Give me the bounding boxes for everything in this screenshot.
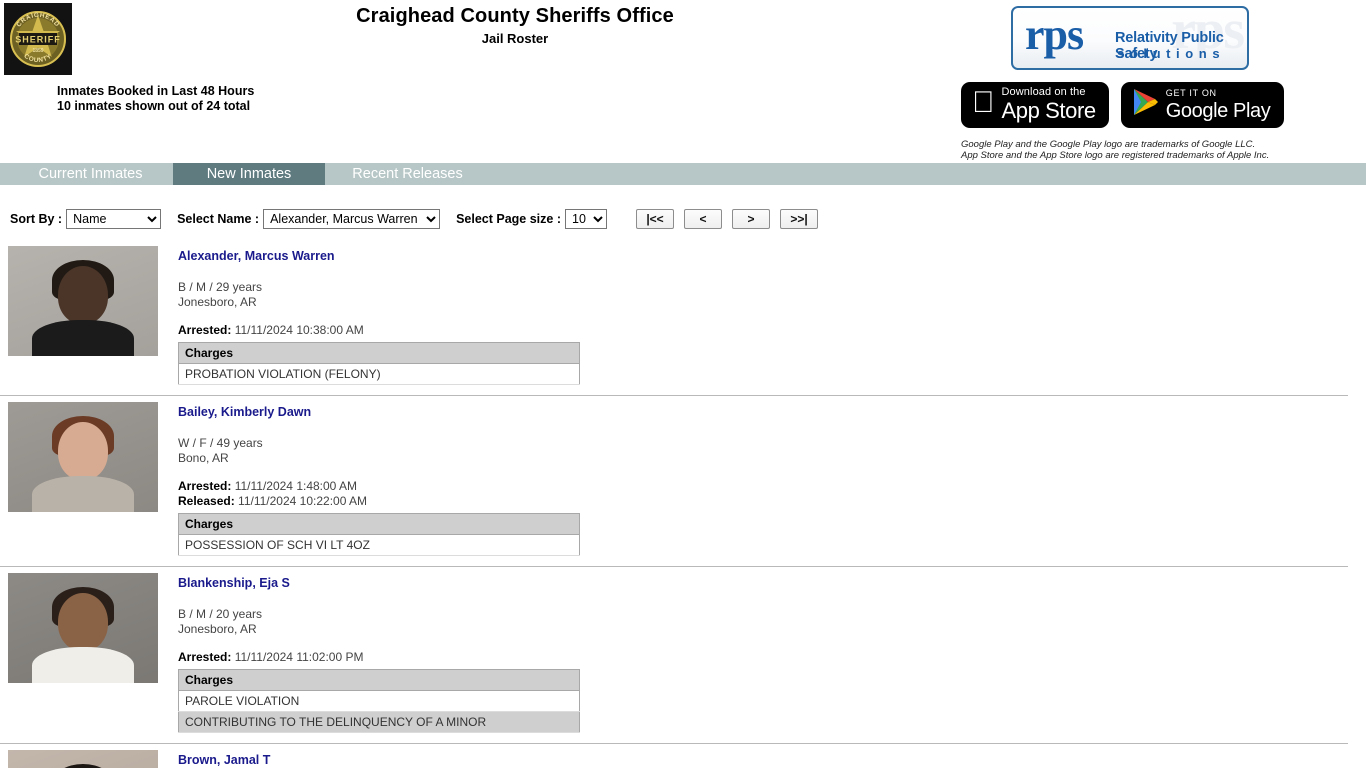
inmate-record: Alexander, Marcus Warren B / M / 29 year… xyxy=(0,240,1366,396)
arrested-label: Arrested: xyxy=(178,650,232,664)
charge-row: PAROLE VIOLATION xyxy=(178,690,580,712)
sort-by-label: Sort By : xyxy=(10,212,63,226)
google-play-small-label: GET IT ON xyxy=(1143,87,1216,98)
inmate-demographics: B / M / 29 years Jonesboro, AR xyxy=(178,280,580,309)
tab-recent-releases[interactable]: Recent Releases xyxy=(325,163,490,185)
tab-current-inmates-label: Current Inmates xyxy=(38,166,143,182)
rps-wordmark: rps xyxy=(1025,10,1084,59)
inmate-details: Alexander, Marcus Warren B / M / 29 year… xyxy=(178,240,580,385)
released-label: Released: xyxy=(178,494,235,508)
inmate-demographics: B / M / 20 years Jonesboro, AR xyxy=(178,607,580,636)
charge-text: CONTRIBUTING TO THE DELINQUENCY OF A MIN… xyxy=(178,711,580,733)
inmate-details: Blankenship, Eja S B / M / 20 years Jone… xyxy=(178,567,580,733)
inmate-details: Brown, Jamal T B / M / 26 years Jonesbor… xyxy=(178,744,270,768)
google-play-badge[interactable]: GET IT ON Google Play xyxy=(1120,82,1285,128)
svg-text:1859: 1859 xyxy=(32,48,43,54)
inmate-city: Jonesboro, AR xyxy=(178,294,257,309)
charge-row: CONTRIBUTING TO THE DELINQUENCY OF A MIN… xyxy=(178,711,580,733)
charges-column-header: Charges xyxy=(178,342,580,364)
inmate-dates: Arrested: 11/11/2024 1:48:00 AM Released… xyxy=(178,479,580,509)
trademark-notice: Google Play and the Google Play logo are… xyxy=(961,139,1269,161)
inmate-record: Bailey, Kimberly Dawn W / F / 49 years B… xyxy=(0,396,1366,567)
inmate-city: Jonesboro, AR xyxy=(178,621,257,636)
arrested-value: 11/11/2024 1:48:00 AM xyxy=(234,479,358,493)
arrested-value: 11/11/2024 11:02:00 PM xyxy=(234,650,364,664)
inmate-record: Brown, Jamal T B / M / 26 years Jonesbor… xyxy=(0,744,1366,768)
charge-text: PAROLE VIOLATION xyxy=(178,690,580,712)
inmate-city: Bono, AR xyxy=(178,450,229,465)
roster-count-line1: Inmates Booked in Last 48 Hours xyxy=(57,84,255,98)
inmate-name-link[interactable]: Blankenship, Eja S xyxy=(178,576,290,590)
tab-bar-spacer xyxy=(0,163,8,185)
tab-new-inmates-label: New Inmates xyxy=(206,166,292,182)
inmate-mugshot[interactable] xyxy=(8,573,158,683)
inmate-mugshot[interactable] xyxy=(8,750,158,768)
arrested-value: 11/11/2024 10:38:00 AM xyxy=(234,323,364,337)
apple-icon:  xyxy=(972,87,995,118)
charges-table: Charges PAROLE VIOLATION CONTRIBUTING TO… xyxy=(178,669,580,733)
select-name-select[interactable]: Alexander, Marcus Warren xyxy=(263,209,441,229)
page-size-select[interactable]: 10 xyxy=(565,209,607,229)
tab-bar: Current Inmates New Inmates Recent Relea… xyxy=(0,163,1366,185)
roster-count-line2: 10 inmates shown out of 24 total xyxy=(57,99,251,113)
inmate-demographics: W / F / 49 years Bono, AR xyxy=(178,436,580,465)
arrested-label: Arrested: xyxy=(178,323,232,337)
roster-controls: Sort By : Name Select Name : Alexander, … xyxy=(0,207,1366,231)
previous-page-button[interactable]: < xyxy=(684,209,722,229)
page-subtitle: Jail Roster xyxy=(481,31,549,46)
arrested-date: Arrested: 11/11/2024 10:38:00 AM xyxy=(178,323,580,338)
google-play-icon xyxy=(1131,87,1159,122)
pagination-controls: |<< < > >>| xyxy=(636,209,818,229)
inmate-race-sex-age: B / M / 20 years xyxy=(178,607,263,621)
inmate-mugshot[interactable] xyxy=(8,402,158,512)
inmate-name-link[interactable]: Alexander, Marcus Warren xyxy=(178,249,335,263)
arrested-date: Arrested: 11/11/2024 1:48:00 AM xyxy=(178,479,580,494)
charges-table: Charges PROBATION VIOLATION (FELONY) xyxy=(178,342,580,385)
inmate-name-link[interactable]: Brown, Jamal T xyxy=(178,753,270,767)
roster-count-block: Inmates Booked in Last 48 Hours 10 inmat… xyxy=(57,84,254,114)
arrested-date: Arrested: 11/11/2024 11:02:00 PM xyxy=(178,650,580,665)
inmate-record: Blankenship, Eja S B / M / 20 years Jone… xyxy=(0,567,1366,744)
select-name-label: Select Name : xyxy=(177,212,260,226)
app-store-big-label: App Store xyxy=(979,98,1097,123)
inmate-name-link[interactable]: Bailey, Kimberly Dawn xyxy=(178,405,311,419)
inmate-roster-list: Alexander, Marcus Warren B / M / 29 year… xyxy=(0,240,1366,768)
title-block: Craighead County Sheriffs Office Jail Ro… xyxy=(0,4,1030,48)
charge-text: PROBATION VIOLATION (FELONY) xyxy=(178,363,580,385)
charge-row: PROBATION VIOLATION (FELONY) xyxy=(178,363,580,385)
sort-by-select[interactable]: Name xyxy=(66,209,162,229)
inmate-dates: Arrested: 11/11/2024 10:38:00 AM xyxy=(178,323,580,338)
charge-row: POSSESSION OF SCH VI LT 4OZ xyxy=(178,534,580,556)
charges-table: Charges POSSESSION OF SCH VI LT 4OZ xyxy=(178,513,580,556)
charges-column-header: Charges xyxy=(178,513,580,535)
inmate-details: Bailey, Kimberly Dawn W / F / 49 years B… xyxy=(178,396,580,556)
jail-roster-page: SHERIFF 1859 CRAIGHEAD COUNTY Craighead … xyxy=(0,0,1366,768)
first-page-button[interactable]: |<< xyxy=(636,209,674,229)
app-store-badge[interactable]:  Download on the App Store xyxy=(961,82,1109,128)
rps-tagline-line2: solutions xyxy=(1117,46,1226,61)
page-header: SHERIFF 1859 CRAIGHEAD COUNTY Craighead … xyxy=(0,0,1366,161)
charge-text: POSSESSION OF SCH VI LT 4OZ xyxy=(178,534,580,556)
page-size-label: Select Page size : xyxy=(456,212,561,226)
last-page-button[interactable]: >>| xyxy=(780,209,818,229)
inmate-race-sex-age: B / M / 29 years xyxy=(178,280,263,294)
trademark-line1: Google Play and the Google Play logo are… xyxy=(961,139,1256,150)
store-badges:  Download on the App Store xyxy=(961,82,1285,128)
arrested-label: Arrested: xyxy=(178,479,232,493)
app-store-small-label: Download on the xyxy=(979,86,1086,98)
google-play-big-label: Google Play xyxy=(1143,99,1271,122)
charges-column-header: Charges xyxy=(178,669,580,691)
trademark-line2: App Store and the App Store logo are reg… xyxy=(961,150,1270,161)
tab-current-inmates[interactable]: Current Inmates xyxy=(8,163,173,185)
released-date: Released: 11/11/2024 10:22:00 AM xyxy=(178,494,580,509)
page-title: Craighead County Sheriffs Office xyxy=(356,5,674,27)
rps-logo: rps rps Relativity Public Safety solutio… xyxy=(1011,6,1249,70)
tab-new-inmates[interactable]: New Inmates xyxy=(173,163,325,185)
inmate-dates: Arrested: 11/11/2024 11:02:00 PM xyxy=(178,650,580,665)
inmate-mugshot[interactable] xyxy=(8,246,158,356)
tab-recent-releases-label: Recent Releases xyxy=(352,166,463,182)
next-page-button[interactable]: > xyxy=(732,209,770,229)
inmate-race-sex-age: W / F / 49 years xyxy=(178,436,263,450)
released-value: 11/11/2024 10:22:00 AM xyxy=(238,494,368,508)
